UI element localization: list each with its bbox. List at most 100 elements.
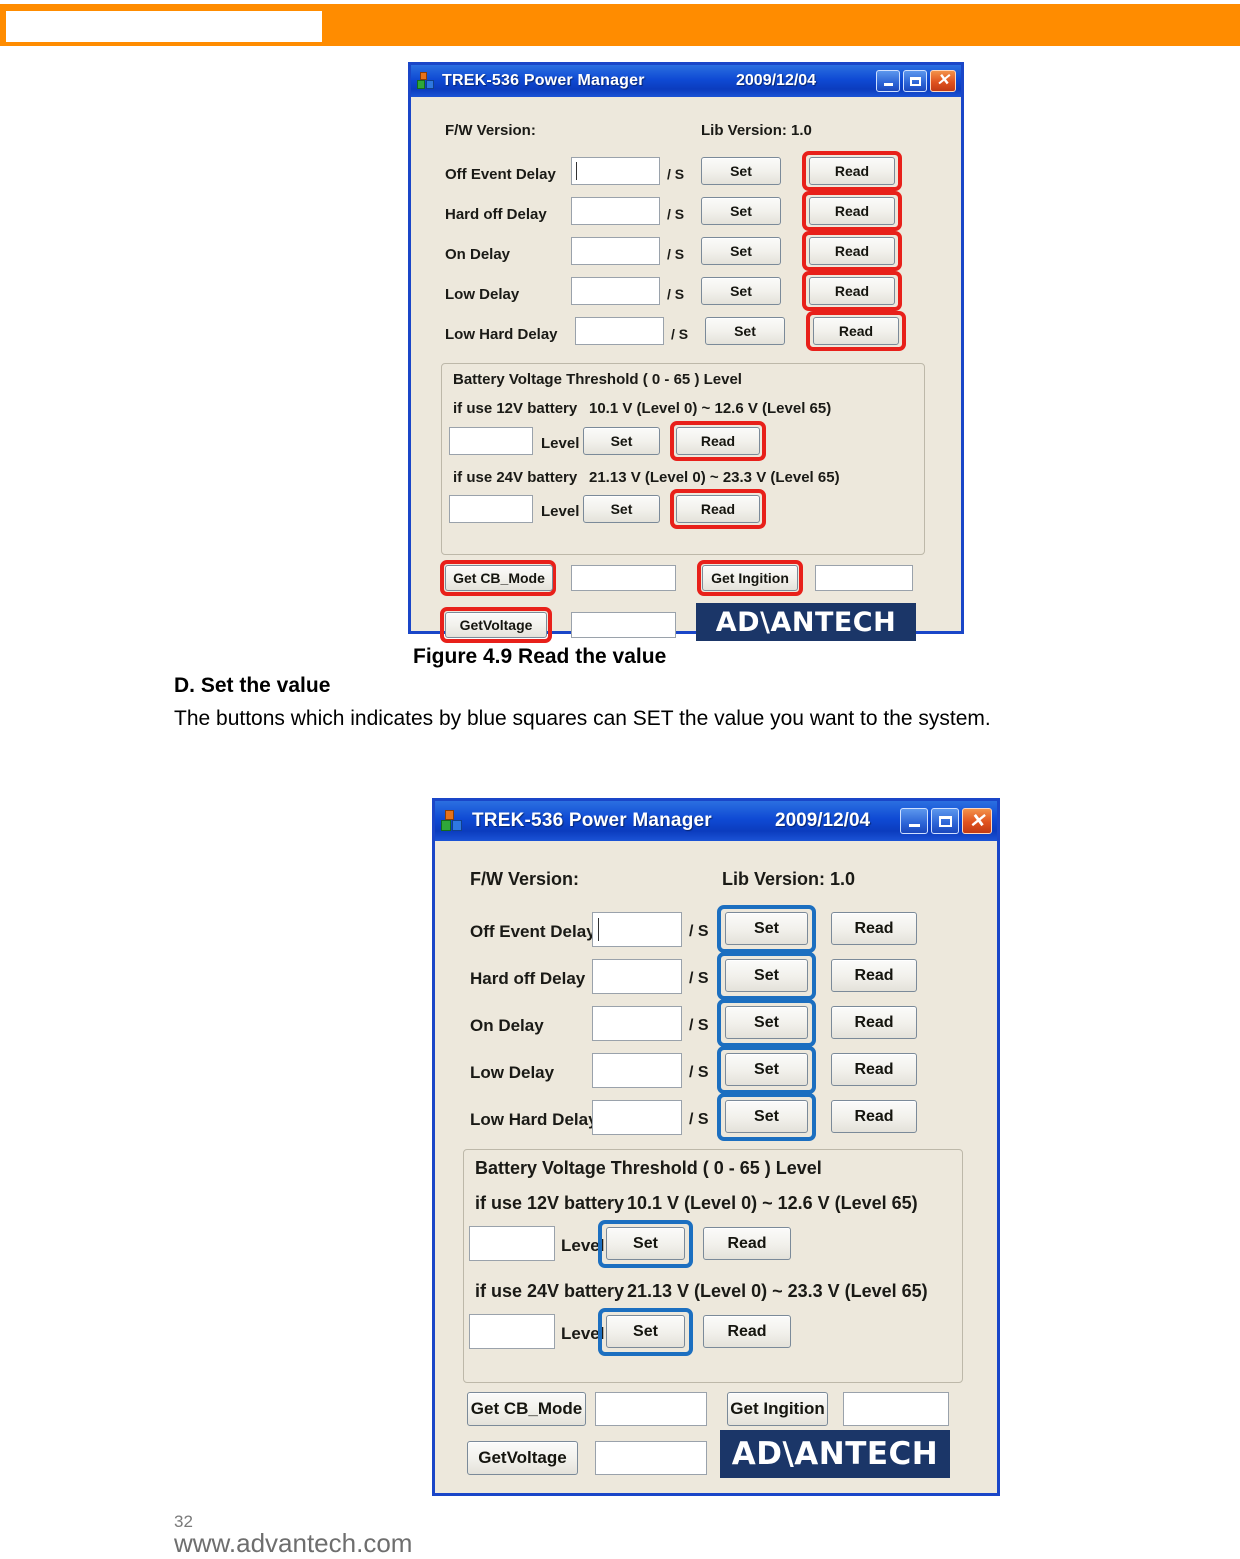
get-cb-mode-button[interactable]: Get CB_Mode — [467, 1392, 586, 1426]
unit-low-hard-delay: / S — [689, 1111, 709, 1128]
input-low-delay[interactable] — [571, 277, 660, 305]
set-button-low-delay[interactable]: Set — [701, 277, 781, 305]
unit-low-delay: / S — [689, 1064, 709, 1081]
battery-12v-range: 10.1 V (Level 0) ~ 12.6 V (Level 65) — [589, 400, 832, 417]
fw-version-label: F/W Version: — [445, 122, 536, 139]
row-label-off-event-delay: Off Event Delay — [445, 166, 556, 183]
input-on-delay[interactable] — [571, 237, 660, 265]
row-label-low-delay: Low Delay — [470, 1063, 555, 1082]
close-icon[interactable]: ✕ — [930, 70, 956, 92]
set-button-battery-24v[interactable]: Set — [606, 1315, 685, 1348]
set-button-low-delay[interactable]: Set — [725, 1053, 808, 1086]
row-label-low-hard-delay: Low Hard Delay — [470, 1110, 598, 1129]
window-controls: ✕ — [876, 70, 956, 92]
body-paragraph: The buttons which indicates by blue squa… — [174, 707, 991, 730]
battery-12v-label: if use 12V battery — [475, 1193, 625, 1213]
window-date: 2009/12/04 — [736, 72, 817, 89]
read-button-low-hard-delay[interactable]: Read — [813, 317, 899, 345]
battery-24v-range: 21.13 V (Level 0) ~ 23.3 V (Level 65) — [627, 1281, 928, 1301]
input-on-delay[interactable] — [592, 1006, 682, 1041]
set-button-battery-12v[interactable]: Set — [583, 427, 660, 455]
read-button-off-event-delay[interactable]: Read — [831, 912, 917, 945]
input-off-event-delay[interactable] — [571, 157, 660, 185]
ignition-value-field[interactable] — [815, 565, 913, 591]
maximize-icon[interactable] — [931, 808, 959, 834]
battery-24v-label: if use 24V battery — [475, 1281, 625, 1301]
input-battery-24v-level[interactable] — [449, 495, 533, 523]
read-button-off-event-delay[interactable]: Read — [809, 157, 895, 185]
banner-white-box — [4, 9, 324, 44]
input-off-event-delay[interactable] — [592, 912, 682, 947]
input-battery-12v-level[interactable] — [449, 427, 533, 455]
read-button-battery-24v[interactable]: Read — [703, 1315, 791, 1348]
read-button-hard-off-delay[interactable]: Read — [809, 197, 895, 225]
set-button-on-delay[interactable]: Set — [701, 237, 781, 265]
title-bar[interactable]: TREK-536 Power Manager 2009/12/04 ✕ — [435, 801, 997, 841]
window-title: TREK-536 Power Manager — [442, 72, 645, 89]
input-low-hard-delay[interactable] — [592, 1100, 682, 1135]
lib-version-label: Lib Version: 1.0 — [722, 869, 856, 889]
read-button-on-delay[interactable]: Read — [831, 1006, 917, 1039]
battery-24v-label: if use 24V battery — [453, 469, 578, 486]
battery-12v-level-label: Level — [541, 435, 580, 452]
cb-mode-value-field[interactable] — [571, 565, 676, 591]
minimize-icon[interactable] — [900, 808, 928, 834]
set-button-hard-off-delay[interactable]: Set — [725, 959, 808, 992]
voltage-value-field[interactable] — [571, 612, 676, 638]
cb-mode-value-field[interactable] — [595, 1392, 707, 1426]
fw-version-label: F/W Version: — [470, 869, 580, 889]
read-button-battery-12v[interactable]: Read — [676, 427, 760, 455]
dialog-body: F/W Version: Lib Version: 1.0 Off Event … — [411, 97, 961, 643]
set-button-hard-off-delay[interactable]: Set — [701, 197, 781, 225]
title-bar[interactable]: TREK-536 Power Manager 2009/12/04 ✕ — [411, 65, 961, 97]
read-button-low-delay[interactable]: Read — [831, 1053, 917, 1086]
trek-app-icon — [441, 810, 463, 832]
unit-on-delay: / S — [689, 1017, 709, 1034]
input-hard-off-delay[interactable] — [592, 959, 682, 994]
set-button-on-delay[interactable]: Set — [725, 1006, 808, 1039]
input-battery-12v-level[interactable] — [469, 1226, 555, 1261]
row-label-low-delay: Low Delay — [445, 286, 520, 303]
battery-24v-level-label: Level — [541, 503, 580, 520]
read-button-hard-off-delay[interactable]: Read — [831, 959, 917, 992]
row-label-hard-off-delay: Hard off Delay — [445, 206, 547, 223]
get-voltage-button[interactable]: GetVoltage — [445, 612, 547, 638]
read-button-battery-12v[interactable]: Read — [703, 1227, 791, 1260]
set-button-battery-24v[interactable]: Set — [583, 495, 660, 523]
ignition-value-field[interactable] — [843, 1392, 949, 1426]
minimize-icon[interactable] — [876, 70, 900, 92]
battery-12v-range: 10.1 V (Level 0) ~ 12.6 V (Level 65) — [627, 1193, 918, 1213]
battery-12v-label: if use 12V battery — [453, 400, 578, 417]
figure-caption: Figure 4.9 Read the value — [413, 645, 667, 668]
read-button-low-hard-delay[interactable]: Read — [831, 1100, 917, 1133]
unit-on-delay: / S — [667, 246, 685, 262]
set-button-off-event-delay[interactable]: Set — [725, 912, 808, 945]
read-button-on-delay[interactable]: Read — [809, 237, 895, 265]
get-cb-mode-button[interactable]: Get CB_Mode — [445, 565, 553, 591]
set-button-low-hard-delay[interactable]: Set — [705, 317, 785, 345]
input-low-delay[interactable] — [592, 1053, 682, 1088]
input-hard-off-delay[interactable] — [571, 197, 660, 225]
read-button-low-delay[interactable]: Read — [809, 277, 895, 305]
set-button-battery-12v[interactable]: Set — [606, 1227, 685, 1260]
power-manager-window-read: TREK-536 Power Manager 2009/12/04 ✕ F/W … — [408, 62, 964, 643]
input-battery-24v-level[interactable] — [469, 1314, 555, 1349]
input-low-hard-delay[interactable] — [575, 317, 664, 345]
get-ignition-button[interactable]: Get Ingition — [702, 565, 798, 591]
unit-low-hard-delay: / S — [671, 326, 689, 342]
lib-version-label: Lib Version: 1.0 — [701, 122, 812, 139]
maximize-icon[interactable] — [903, 70, 927, 92]
page-header-banner — [0, 4, 1240, 46]
set-button-low-hard-delay[interactable]: Set — [725, 1100, 808, 1133]
row-label-off-event-delay: Off Event Delay — [470, 922, 596, 941]
unit-hard-off-delay: / S — [667, 206, 685, 222]
advantech-logo: AD\ANTECH — [720, 1430, 950, 1478]
voltage-value-field[interactable] — [595, 1441, 707, 1475]
unit-hard-off-delay: / S — [689, 970, 709, 987]
get-voltage-button[interactable]: GetVoltage — [467, 1441, 578, 1475]
window-controls: ✕ — [900, 808, 992, 834]
set-button-off-event-delay[interactable]: Set — [701, 157, 781, 185]
close-icon[interactable]: ✕ — [962, 808, 992, 834]
get-ignition-button[interactable]: Get Ingition — [727, 1392, 828, 1426]
read-button-battery-24v[interactable]: Read — [676, 495, 760, 523]
